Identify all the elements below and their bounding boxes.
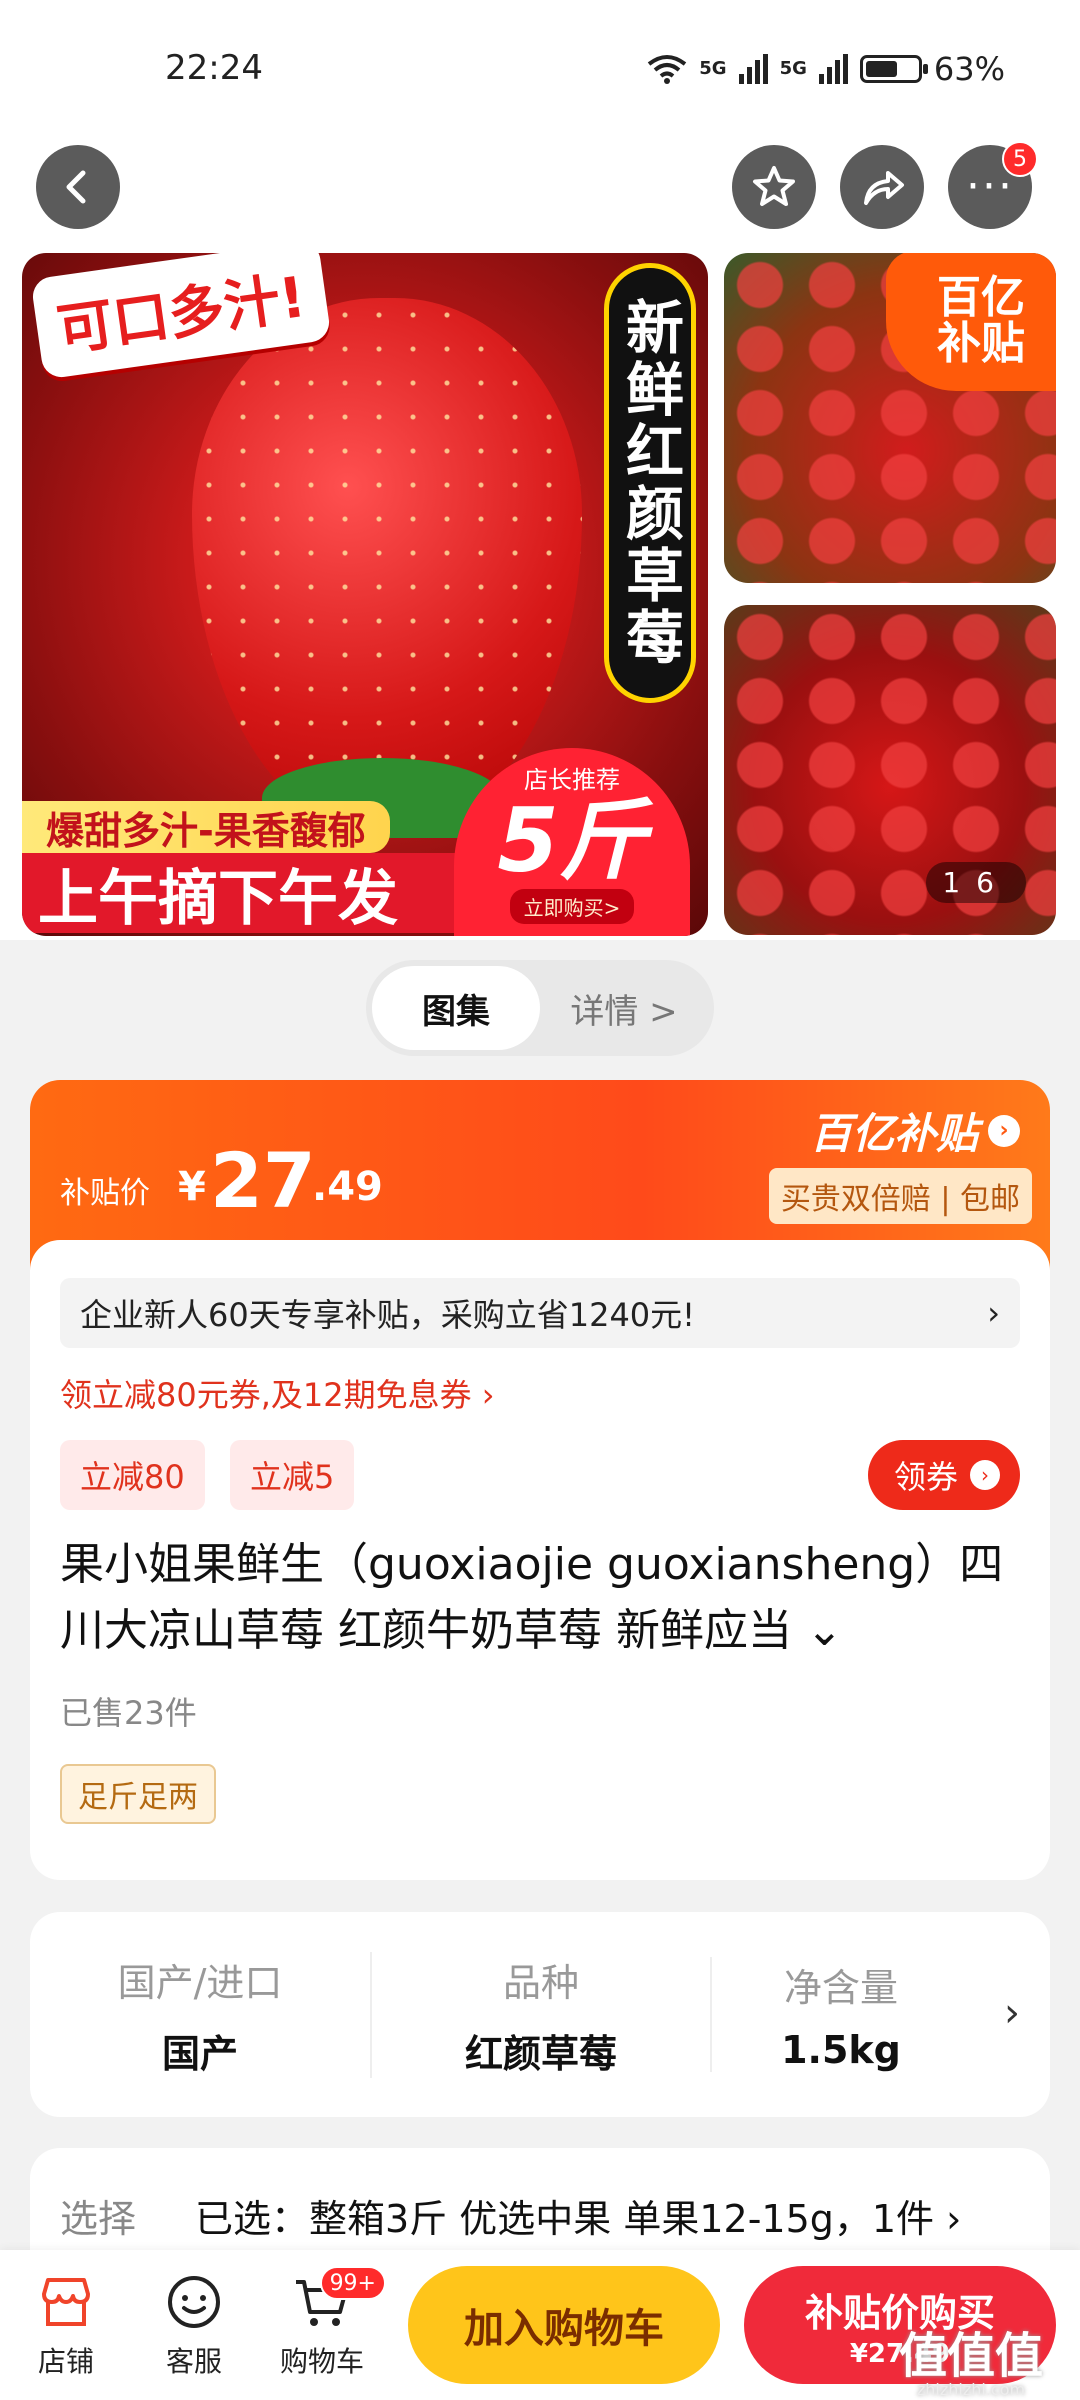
more-button[interactable]: ··· 5 [948,141,1038,229]
weight-tag: 足斤足两 [60,1764,216,1824]
price-label: 补贴价 [60,1176,150,1211]
chevron-right-icon: › [987,1294,1000,1332]
side-image-bottom[interactable]: 16 [724,605,1056,935]
share-icon [864,171,904,205]
subsidy-logo-text: 百亿补贴 [809,1109,978,1158]
morning-strip: 上午摘下午发 [22,853,472,934]
coupon-link[interactable]: 领立减80元券,及12期免息券 › [60,1370,495,1416]
spec-net-weight: 净含量 1.5kg [710,1957,970,2072]
chat-smile-icon [134,2272,254,2336]
get-coupon-label: 领券 [893,1458,958,1496]
status-time: 22:24 [165,48,263,88]
specs-card[interactable]: 国产/进口 国产 品种 红颜草莓 净含量 1.5kg › [30,1912,1050,2117]
cart-button[interactable]: 99+ 购物车 [262,2266,386,2380]
recommend-quantity: 5斤 [497,789,647,892]
watermark-domain: zhizhizhi.com [916,2380,1026,2399]
wifi-icon [648,55,687,84]
spec-value: 国产 [161,2031,238,2076]
promo-banner-text: 企业新人60天专享补贴，采购立省1240元! [80,1296,695,1334]
signal-a-label: 5G [699,58,727,79]
chevron-right-icon: › [988,1114,1020,1147]
spec-label: 品种 [502,1960,579,2005]
watermark-text: 值值值 [898,2328,1043,2384]
chevron-right-icon: › [970,1460,1000,1490]
subsidy-logo[interactable]: 百亿补贴 › [810,1100,1020,1161]
cart-label: 购物车 [279,2345,364,2378]
tab-details[interactable]: 详情 > [540,966,708,1050]
selection-label: 选择 [60,2197,137,2241]
price-integer: 27 [210,1136,316,1225]
image-gallery: 可口多汁! 新鲜红颜草莓 爆甜多汁-果香馥郁 上午摘下午发 店长推荐 5斤 立即… [0,250,1080,940]
add-to-cart-button[interactable]: 加入购物车 [408,2266,720,2384]
chevron-left-icon [66,170,86,204]
selection-value: 已选：整箱3斤 优选中果 单果12-15g，1件 › [195,2197,962,2241]
side-image-top[interactable]: 百亿 补贴 [724,253,1056,583]
subsidy-badge-line2: 补贴 [937,318,1025,369]
top-nav: ··· 5 [0,135,1080,250]
spec-variety: 品种 红颜草莓 [370,1951,710,2078]
recommend-badge[interactable]: 店长推荐 5斤 立即购买> [454,748,690,936]
product-title[interactable]: 果小姐果鲜生（guoxiaojie guoxiansheng）四川大凉山草莓 红… [60,1532,1020,1664]
recommend-cta: 立即购买> [509,889,635,925]
status-bar: 22:24 5G 5G 63% [0,0,1080,135]
signal-a-icon [738,54,768,84]
spec-value: 1.5kg [781,2028,901,2072]
signal-b-label: 5G [779,58,807,79]
spec-value: 红颜草莓 [464,2031,617,2076]
coupon-tag: 立减5 [230,1440,355,1510]
guarantee-tag[interactable]: 买贵双倍赔 | 包邮 [768,1168,1032,1224]
spec-label: 国产/进口 [117,1960,283,2005]
more-badge: 5 [1002,141,1038,177]
battery-percent: 63% [933,50,1005,88]
customer-service-button[interactable]: 客服 [134,2272,254,2380]
image-counter: 16 [926,862,1026,903]
service-label: 客服 [165,2345,222,2378]
price-card: 补贴价 ¥ 27 .49 百亿补贴 › 买贵双倍赔 | 包邮 企业新人60天专享… [30,1080,1050,1880]
vertical-title: 新鲜红颜草莓 [604,263,696,703]
chevron-right-icon: › [1004,1990,1020,2036]
view-switch: 图集 详情 > [366,960,714,1056]
watermark: 值值值 zhizhizhi.com [876,2332,1066,2398]
price-body: 企业新人60天专享补贴，采购立省1240元! › 领立减80元券,及12期免息券… [30,1240,1050,1850]
subsidy-badge-line1: 百亿 [937,271,1025,323]
main-product-image[interactable]: 可口多汁! 新鲜红颜草莓 爆甜多汁-果香馥郁 上午摘下午发 店长推荐 5斤 立即… [22,253,708,936]
signal-b-icon [818,54,848,84]
price-decimal: .49 [312,1164,383,1210]
sweet-strip: 爆甜多汁-果香馥郁 [22,801,390,853]
promo-banner[interactable]: 企业新人60天专享补贴，采购立省1240元! › [60,1278,1020,1348]
price-currency: ¥ [178,1164,206,1210]
image-counter-total: 6 [976,866,1010,899]
favorite-button[interactable] [732,145,816,229]
spec-label: 净含量 [783,1966,898,2010]
tab-gallery[interactable]: 图集 [372,966,540,1050]
get-coupon-button[interactable]: 领券 › [867,1440,1020,1510]
shop-label: 店铺 [37,2345,94,2378]
image-counter-current: 1 [942,866,977,899]
shop-button[interactable]: 店铺 [6,2272,126,2380]
sold-count: 已售23件 [60,1694,197,1732]
coupon-tag: 立减80 [60,1440,205,1510]
battery-icon [859,55,928,83]
battery-level [865,61,898,77]
star-icon [753,166,795,206]
store-icon [6,2272,126,2336]
back-button[interactable] [36,145,120,229]
subsidy-badge: 百亿 补贴 [886,253,1056,391]
cart-badge: 99+ [319,2266,386,2300]
share-button[interactable] [840,145,924,229]
spec-origin: 国产/进口 国产 [30,1952,370,2078]
status-icons: 5G 5G 63% [647,50,1005,88]
